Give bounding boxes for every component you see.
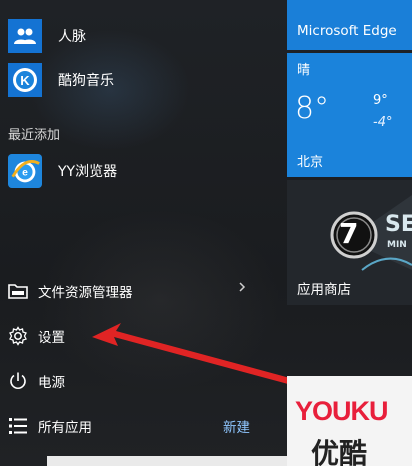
youku-logo-text: YOUKU (295, 396, 389, 426)
start-menu-tiles: Microsoft Edge 晴 8° 9° -4° 北京 7 SE MIN 应… (287, 0, 412, 466)
tile-weather[interactable]: 晴 8° 9° -4° 北京 (287, 53, 412, 177)
tile-microsoft-edge[interactable]: Microsoft Edge (287, 0, 412, 50)
taskbar-strip (47, 456, 287, 466)
weather-city: 北京 (297, 155, 324, 170)
store-promo-subtext: MIN (387, 240, 407, 250)
tile-store[interactable]: 7 SE MIN 应用商店 (287, 180, 412, 305)
tile-label: 应用商店 (297, 282, 351, 298)
store-promo-text: SE (385, 212, 412, 237)
weather-temperature: 8° (295, 91, 330, 126)
weather-high: 9° (373, 93, 388, 108)
store-badge-number: 7 (339, 217, 359, 250)
youku-subtext: 优酷 (311, 437, 368, 466)
weather-condition: 晴 (297, 63, 311, 78)
tile-youku[interactable]: YOUKU 优酷 (287, 376, 412, 466)
tile-label: Microsoft Edge (297, 23, 397, 39)
weather-low: -4° (373, 115, 393, 130)
